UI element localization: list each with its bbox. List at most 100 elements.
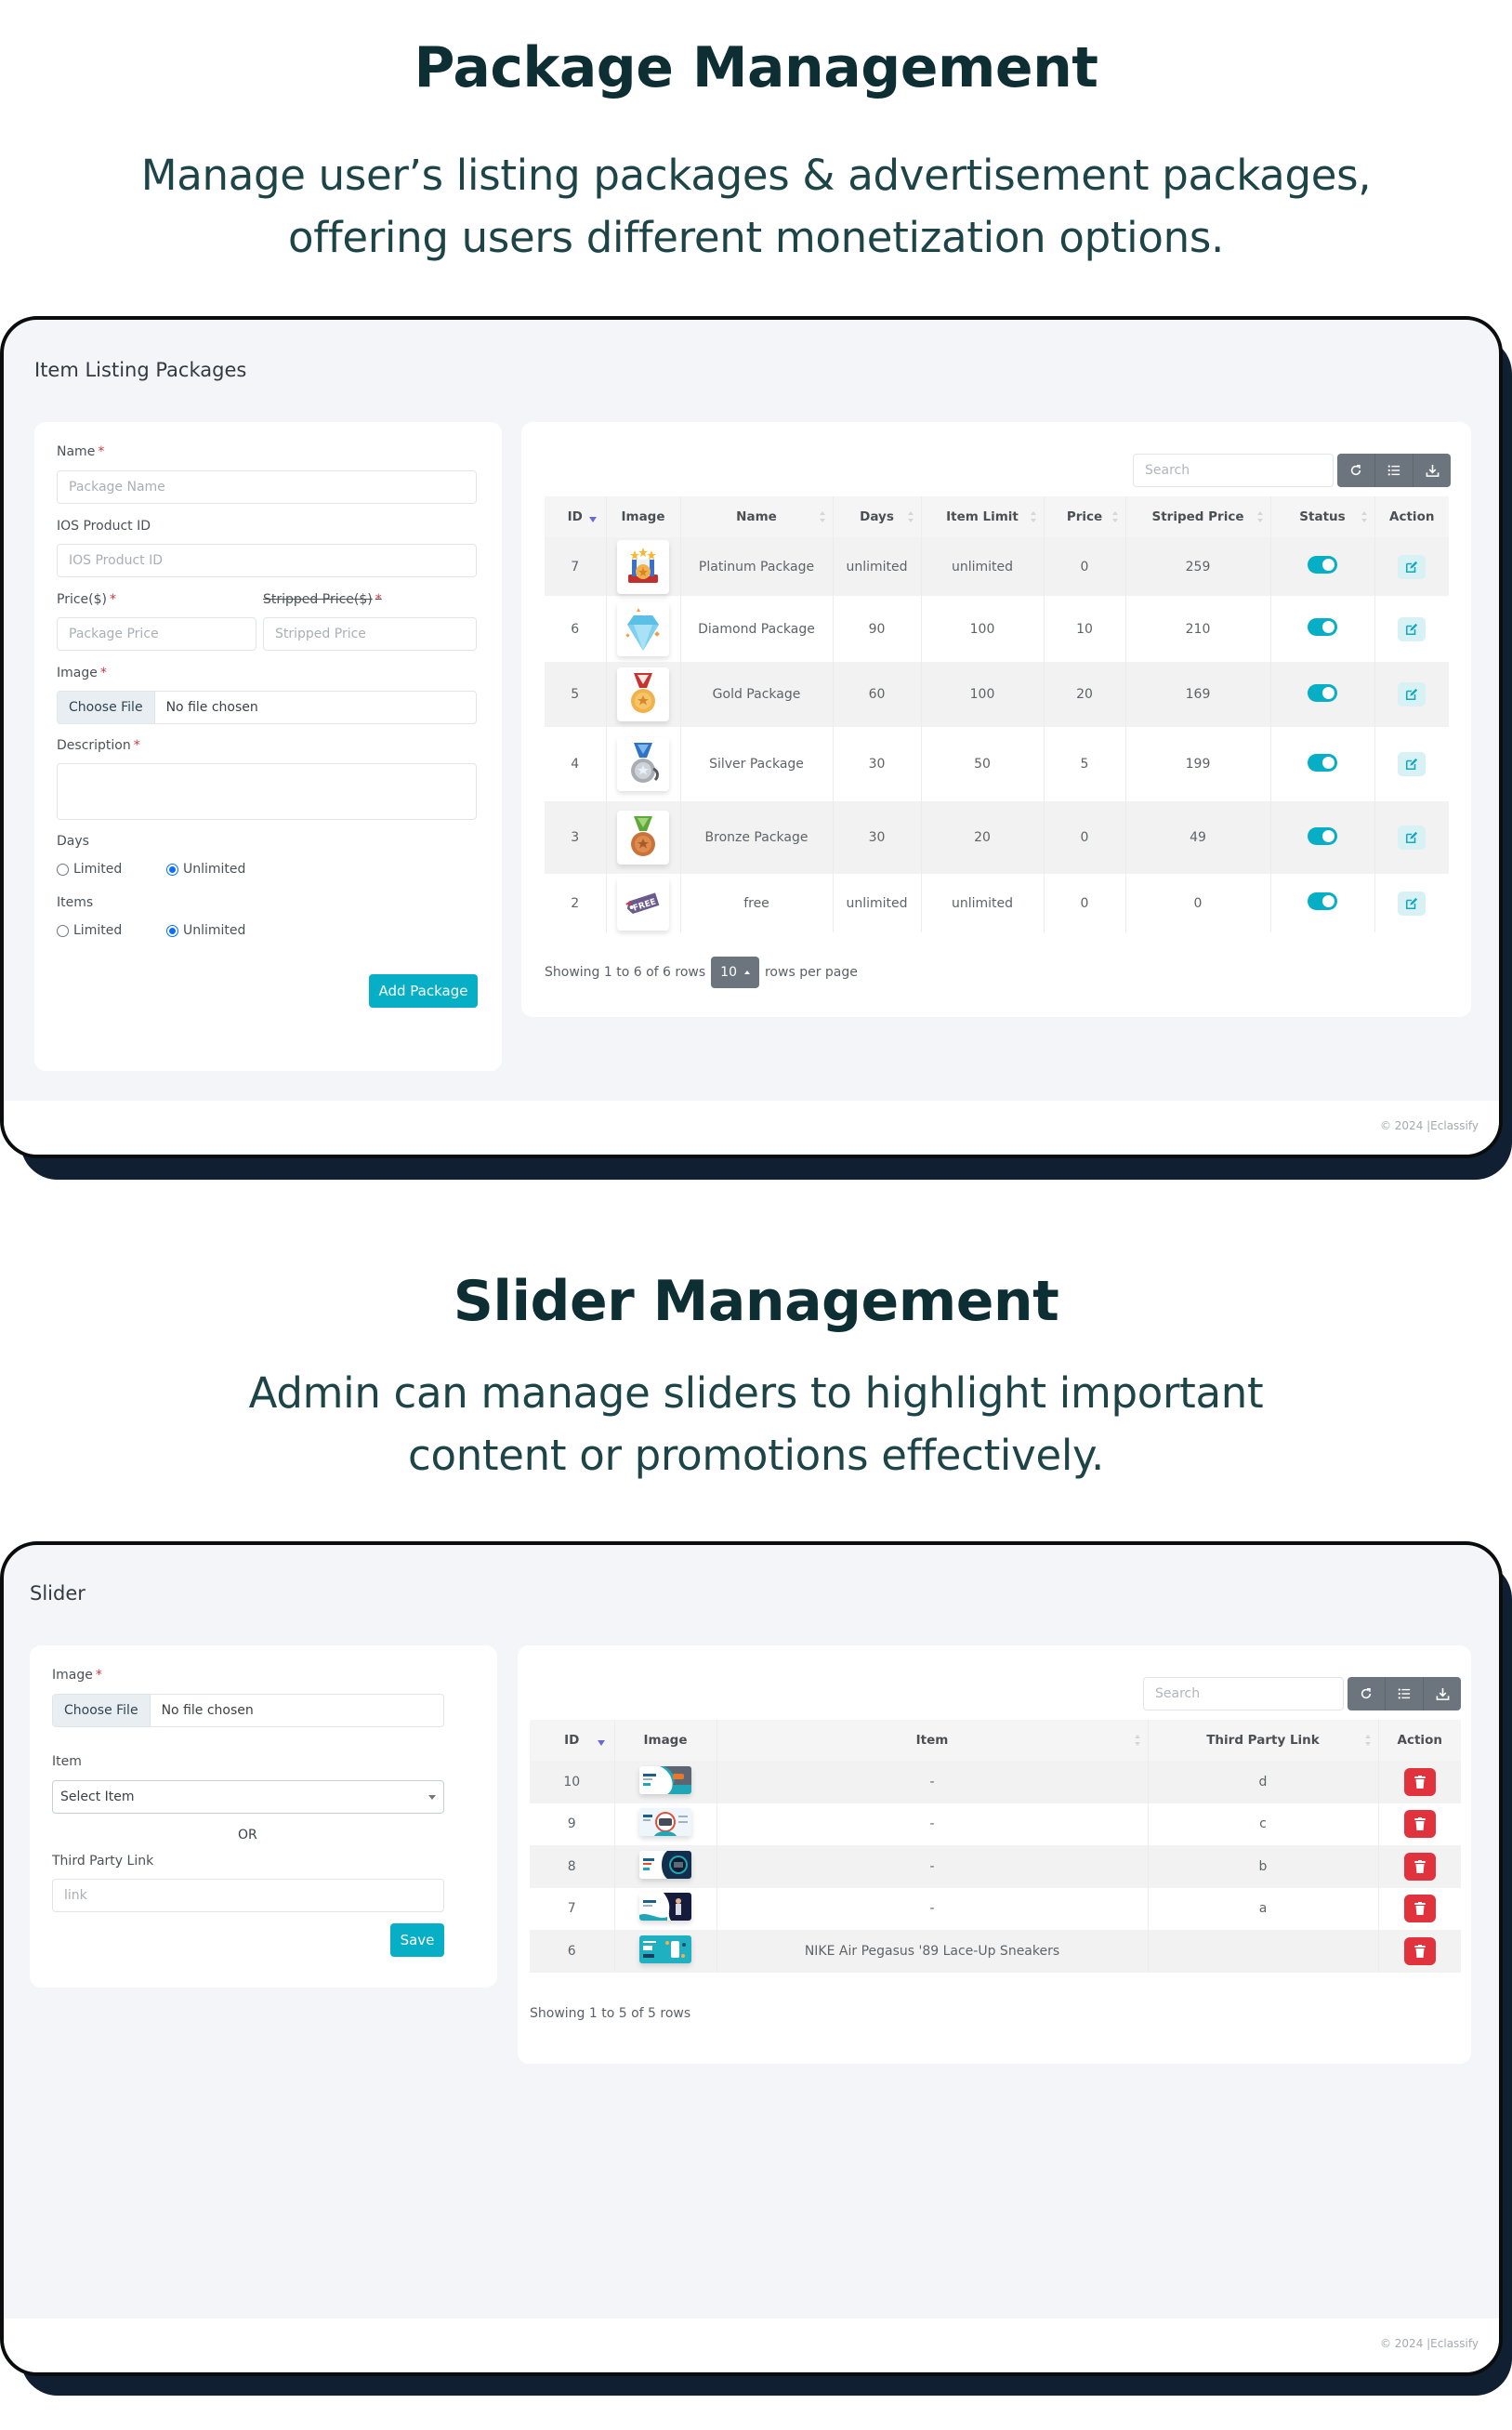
export-button[interactable] <box>1413 454 1451 487</box>
table-search-input[interactable] <box>1143 1677 1344 1710</box>
days-unlimited-radio[interactable]: Unlimited <box>166 862 245 877</box>
table-row: 5 Gold Package 60 100 20 169 <box>545 662 1449 727</box>
column-header-id[interactable]: ID <box>530 1720 615 1761</box>
radio-icon[interactable] <box>57 863 69 876</box>
column-header-days[interactable]: Days <box>833 496 922 537</box>
cell-item-limit: 50 <box>921 727 1045 801</box>
export-button[interactable] <box>1424 1677 1461 1710</box>
ios-product-id-input[interactable] <box>57 544 477 577</box>
cell-item: - <box>717 1887 1149 1930</box>
radio-checked-icon[interactable] <box>166 924 178 937</box>
cell-name: Gold Package <box>680 662 834 727</box>
diamond-icon <box>617 601 669 656</box>
refresh-button[interactable] <box>1348 1677 1386 1710</box>
choose-file-button[interactable]: Choose File <box>53 1695 151 1726</box>
choose-file-button[interactable]: Choose File <box>58 692 155 723</box>
cell-striped-price: 0 <box>1125 874 1271 932</box>
subtitle-line: offering users different monetization op… <box>288 213 1224 262</box>
banner-car-image <box>639 1808 691 1837</box>
column-header-status[interactable]: Status <box>1270 496 1375 537</box>
table-toolbar <box>1348 1677 1461 1710</box>
column-header-id[interactable]: ID <box>545 496 607 537</box>
stripped-price-input[interactable] <box>263 617 477 651</box>
table-row: 3 Bronze Package 30 20 0 49 <box>545 801 1449 874</box>
third-party-link-label: Third Party Link <box>52 1854 154 1869</box>
export-icon <box>1426 464 1439 477</box>
package-price-input[interactable] <box>57 617 256 651</box>
column-header-item-limit[interactable]: Item Limit <box>921 496 1045 537</box>
edit-icon <box>1406 688 1418 701</box>
cell-third-party-link <box>1148 1930 1379 1973</box>
delete-button[interactable] <box>1403 1810 1436 1839</box>
columns-button[interactable] <box>1386 1677 1424 1710</box>
cell-price: 0 <box>1044 874 1126 932</box>
image-file-input[interactable]: Choose File No file chosen <box>52 1694 444 1727</box>
slider-management-subtitle: Admin can manage sliders to highlight im… <box>0 1362 1512 1486</box>
edit-button[interactable] <box>1398 891 1427 916</box>
days-limited-radio[interactable]: Limited <box>57 862 122 877</box>
cell-price: 0 <box>1044 537 1126 596</box>
save-button[interactable]: Save <box>390 1923 444 1957</box>
radio-label: Limited <box>73 923 123 938</box>
delete-button[interactable] <box>1403 1767 1436 1796</box>
free-tag-icon: FREE <box>617 876 669 931</box>
column-header-third-party-link[interactable]: Third Party Link <box>1148 1720 1379 1761</box>
column-header-price[interactable]: Price <box>1044 496 1126 537</box>
edit-button[interactable] <box>1398 616 1427 641</box>
status-toggle[interactable] <box>1308 556 1337 574</box>
cell-image <box>614 1803 717 1845</box>
radio-checked-icon[interactable] <box>166 863 178 876</box>
description-textarea[interactable] <box>57 763 477 820</box>
stripped-price-label: Stripped Price($) * <box>263 592 382 607</box>
image-file-input[interactable]: Choose File No file chosen <box>57 691 477 724</box>
radio-icon[interactable] <box>57 924 69 937</box>
slider-table-card: ID Image Item Third Party Link Action 10… <box>518 1645 1471 2064</box>
packages-table-card: ID Image Name Days Item Limit Price Stri… <box>521 422 1471 1017</box>
edit-button[interactable] <box>1398 554 1427 579</box>
sort-desc-icon <box>588 517 597 522</box>
delete-button[interactable] <box>1403 1895 1436 1923</box>
cell-action <box>1378 1887 1461 1930</box>
cell-id: 4 <box>545 727 607 801</box>
edit-button[interactable] <box>1398 825 1427 850</box>
copyright-text: © 2024 |Eclassify <box>1379 2337 1479 2350</box>
add-package-button[interactable]: Add Package <box>369 974 478 1008</box>
column-header-striped-price[interactable]: Striped Price <box>1125 496 1271 537</box>
page-size-dropdown[interactable]: 10 <box>711 957 759 988</box>
refresh-button[interactable] <box>1337 454 1375 487</box>
items-limited-radio[interactable]: Limited <box>57 923 122 938</box>
subtitle-line: content or promotions effectively. <box>408 1431 1104 1480</box>
refresh-icon <box>1350 464 1361 476</box>
cell-id: 7 <box>545 537 607 596</box>
edit-button[interactable] <box>1398 752 1427 776</box>
delete-button[interactable] <box>1403 1852 1436 1881</box>
name-label: Name * <box>57 444 105 459</box>
status-toggle[interactable] <box>1308 618 1337 636</box>
edit-button[interactable] <box>1398 682 1427 707</box>
delete-button[interactable] <box>1403 1936 1436 1965</box>
package-name-input[interactable] <box>57 470 477 504</box>
table-search-input[interactable] <box>1133 454 1334 487</box>
status-toggle[interactable] <box>1308 753 1337 772</box>
cell-action <box>1378 1845 1461 1888</box>
trash-icon <box>1413 1944 1426 1958</box>
columns-button[interactable] <box>1375 454 1413 487</box>
column-header-item[interactable]: Item <box>717 1720 1149 1761</box>
cell-item: - <box>717 1761 1149 1803</box>
third-party-link-input[interactable] <box>52 1879 444 1912</box>
status-toggle[interactable] <box>1308 683 1337 702</box>
columns-icon <box>1387 465 1400 476</box>
slider-window: Slider Image * Choose File No file chosen… <box>0 1541 1503 2376</box>
status-toggle[interactable] <box>1308 892 1337 910</box>
status-toggle[interactable] <box>1308 826 1337 845</box>
description-label: Description * <box>57 738 140 753</box>
cell-id: 5 <box>545 662 607 727</box>
edit-icon <box>1406 758 1418 771</box>
table-row: 9 -c <box>530 1803 1461 1845</box>
page-size-value: 10 <box>720 965 737 980</box>
cell-item-limit: 100 <box>921 662 1045 727</box>
slider-management-heading: Slider Management <box>453 1269 1059 1334</box>
item-select[interactable]: Select Item <box>52 1780 444 1814</box>
items-unlimited-radio[interactable]: Unlimited <box>166 923 245 938</box>
column-header-name[interactable]: Name <box>680 496 834 537</box>
